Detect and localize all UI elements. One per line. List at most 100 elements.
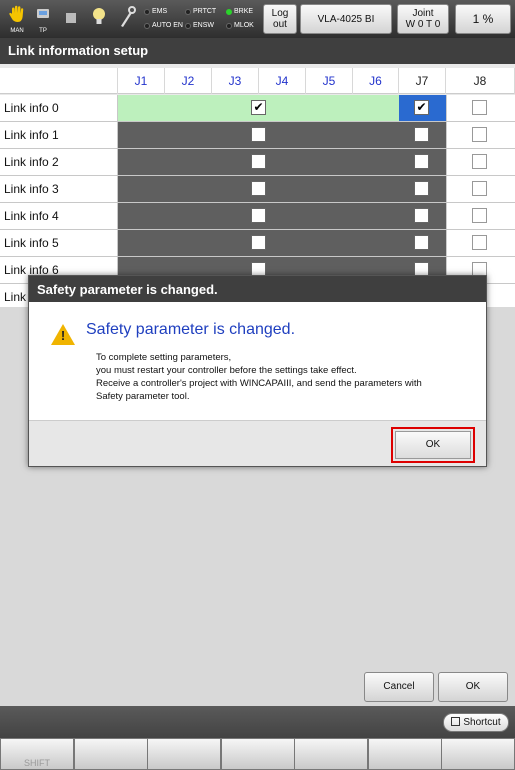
row-label: Link info 2 xyxy=(0,149,118,175)
j1-j6-checkbox[interactable] xyxy=(251,208,266,223)
dialog-message: To complete setting parameters, you must… xyxy=(96,351,476,403)
j7-cell[interactable]: ✔ xyxy=(399,95,446,121)
j7-cell[interactable] xyxy=(399,122,446,148)
ok-button[interactable]: OK xyxy=(438,672,508,702)
j8-cell[interactable] xyxy=(446,203,515,229)
table-row: Link info 0 ✔ ✔ xyxy=(0,95,515,122)
j1-j6-cell[interactable] xyxy=(118,203,399,229)
stop-icon[interactable] xyxy=(58,4,84,34)
row-label: Link info 3 xyxy=(0,176,118,202)
shortcut-button[interactable]: Shortcut xyxy=(443,713,509,732)
table-row: Link info 4 xyxy=(0,203,515,230)
j1-j6-checkbox[interactable]: ✔ xyxy=(251,100,266,115)
function-key[interactable] xyxy=(221,738,295,770)
j8-cell[interactable] xyxy=(446,95,515,121)
led-prtct: PRTCT xyxy=(185,8,216,15)
header-j5: J5 xyxy=(306,68,353,94)
j8-checkbox[interactable] xyxy=(472,181,487,196)
joint-mode-button[interactable]: Joint W 0 T 0 xyxy=(397,4,449,34)
tp-icon[interactable]: TP xyxy=(30,4,56,34)
dialog-line-1: To complete setting parameters, xyxy=(96,352,232,363)
wrench-icon[interactable] xyxy=(114,4,140,34)
joint-line2: W 0 T 0 xyxy=(405,19,441,30)
dialog-line-3: Receive a controller's project with WINC… xyxy=(96,378,422,389)
function-key[interactable] xyxy=(294,738,368,770)
led-auto-en-label: AUTO EN xyxy=(152,22,183,29)
man-label: MAN xyxy=(10,28,24,34)
table-row: Link info 3 xyxy=(0,176,515,203)
j1-j6-checkbox[interactable] xyxy=(251,154,266,169)
speed-label: 1 % xyxy=(472,11,494,26)
j1-j6-checkbox[interactable] xyxy=(251,181,266,196)
dialog-line-2: you must restart your controller before … xyxy=(96,365,357,376)
j8-cell[interactable] xyxy=(446,149,515,175)
function-key[interactable] xyxy=(74,738,148,770)
logout-line2: out xyxy=(273,19,287,30)
led-ems: EMS xyxy=(144,8,167,15)
function-key[interactable] xyxy=(147,738,221,770)
j7-cell[interactable] xyxy=(399,230,446,256)
j1-j6-cell[interactable] xyxy=(118,149,399,175)
j7-cell[interactable] xyxy=(399,176,446,202)
j8-cell[interactable] xyxy=(446,122,515,148)
robot-model-button[interactable]: VLA-4025 BI xyxy=(300,4,392,34)
header-blank xyxy=(0,68,118,94)
joint-line1: Joint xyxy=(412,8,434,19)
j7-checkbox[interactable] xyxy=(414,154,429,169)
table-row: Link info 1 xyxy=(0,122,515,149)
j8-checkbox[interactable] xyxy=(472,127,487,142)
j7-checkbox[interactable] xyxy=(414,181,429,196)
led-brke-dot xyxy=(226,8,232,15)
speed-button[interactable]: 1 % xyxy=(455,4,511,34)
j1-j6-checkbox[interactable] xyxy=(251,235,266,250)
safety-dialog: Safety parameter is changed. ! Safety pa… xyxy=(28,275,487,467)
function-key-bar: Shortcut SHIFT xyxy=(0,706,515,770)
function-key[interactable] xyxy=(441,738,515,770)
dialog-heading: Safety parameter is changed. xyxy=(86,321,296,338)
led-auto-en-dot xyxy=(144,22,150,29)
j7-checkbox[interactable] xyxy=(414,208,429,223)
led-prtct-dot xyxy=(185,8,191,15)
j1-j6-cell[interactable] xyxy=(118,122,399,148)
j8-checkbox[interactable] xyxy=(472,100,487,115)
shortcut-label: Shortcut xyxy=(463,717,501,728)
logout-line1: Log xyxy=(271,8,289,19)
j8-cell[interactable] xyxy=(446,230,515,256)
j7-checkbox[interactable] xyxy=(414,235,429,250)
j8-checkbox[interactable] xyxy=(472,208,487,223)
j1-j6-cell[interactable]: ✔ xyxy=(118,95,399,121)
dialog-ok-button[interactable]: OK xyxy=(391,427,475,463)
table-row: Link info 2 xyxy=(0,149,515,176)
header-j8: J8 xyxy=(446,68,515,94)
j8-cell[interactable] xyxy=(446,176,515,202)
j7-checkbox[interactable] xyxy=(414,127,429,142)
dialog-line-4: Safety parameter tool. xyxy=(96,391,190,402)
led-auto-en: AUTO EN xyxy=(144,22,183,29)
j8-checkbox[interactable] xyxy=(472,235,487,250)
shortcut-icon xyxy=(451,717,461,726)
robot-model-label: VLA-4025 BI xyxy=(317,13,375,25)
row-label: Link info 0 xyxy=(0,95,118,121)
header-j2: J2 xyxy=(165,68,212,94)
led-mlok-label: MLOK xyxy=(234,22,254,29)
table-header: J1 J2 J3 J4 J5 J6 J7 J8 xyxy=(0,68,515,94)
dialog-title: Safety parameter is changed. xyxy=(29,276,486,302)
j7-cell[interactable] xyxy=(399,149,446,175)
logout-button[interactable]: Log out xyxy=(263,4,297,34)
function-key[interactable] xyxy=(368,738,442,770)
shift-key[interactable]: SHIFT xyxy=(0,738,74,770)
top-toolbar: MAN TP EMS AUTO EN PRTCT ENSW BRKE MLOK … xyxy=(0,0,515,38)
row-label: Link info 4 xyxy=(0,203,118,229)
cancel-button[interactable]: Cancel xyxy=(364,672,434,702)
j1-j6-cell[interactable] xyxy=(118,176,399,202)
j7-checkbox[interactable]: ✔ xyxy=(414,100,429,115)
man-hand-icon[interactable]: MAN xyxy=(4,4,30,34)
lightbulb-icon[interactable] xyxy=(86,4,112,34)
j8-checkbox[interactable] xyxy=(472,154,487,169)
j7-cell[interactable] xyxy=(399,203,446,229)
j1-j6-checkbox[interactable] xyxy=(251,127,266,142)
led-brke: BRKE xyxy=(226,8,253,15)
j1-j6-cell[interactable] xyxy=(118,230,399,256)
header-j4: J4 xyxy=(259,68,306,94)
led-ems-label: EMS xyxy=(152,8,168,15)
